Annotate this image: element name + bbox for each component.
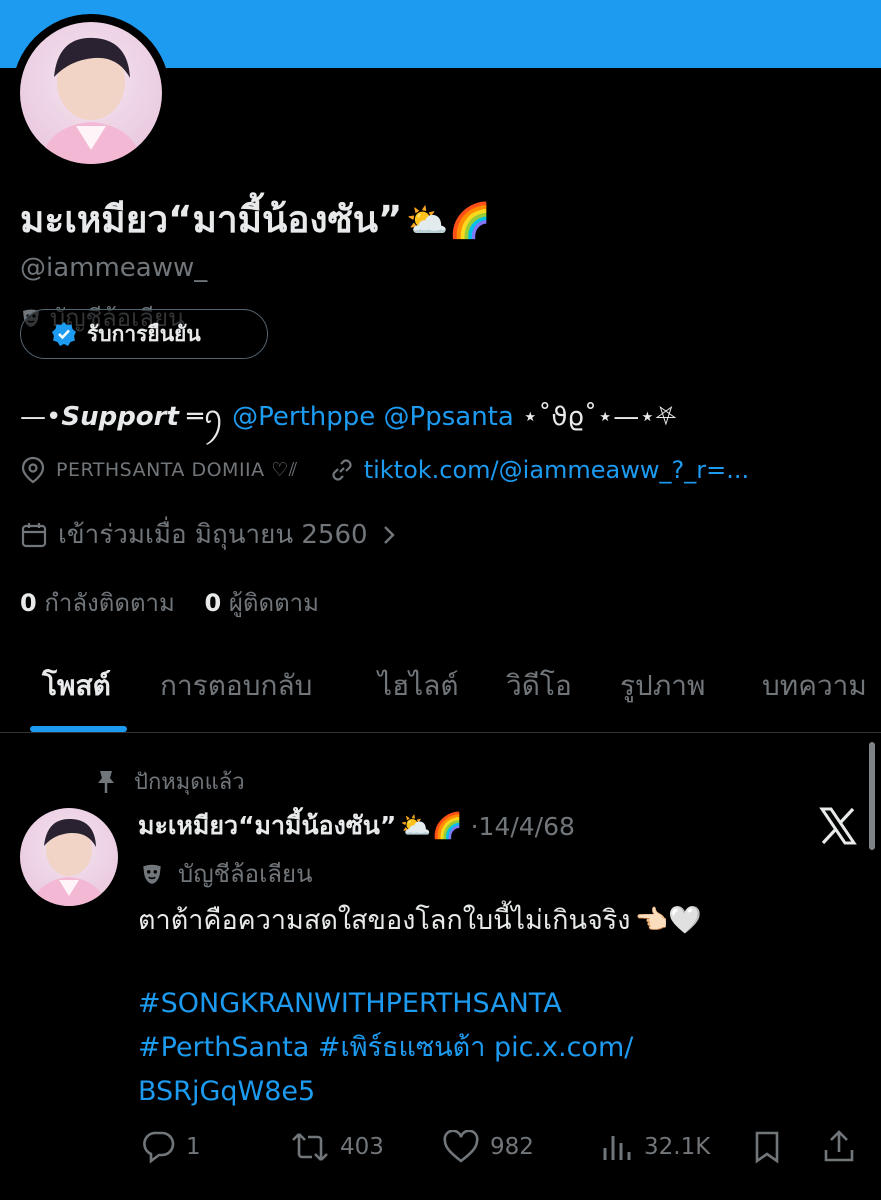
- profile-display-name: มะเหมียว“มามี้น้องซัน” ⛅🌈: [20, 198, 491, 241]
- bio-mention-perthppe[interactable]: @Perthppe: [232, 402, 375, 432]
- scrollbar[interactable]: [869, 742, 875, 850]
- tweet-date[interactable]: 14/4/68: [479, 812, 575, 841]
- pinned-indicator: ปักหมุดแล้ว: [96, 764, 245, 799]
- repost-button[interactable]: 403: [290, 1130, 384, 1164]
- following-link[interactable]: 0 กำลังติดตาม: [20, 589, 175, 617]
- pic-link[interactable]: BSRjGqW8e5: [138, 1070, 633, 1114]
- share-button[interactable]: [822, 1128, 856, 1164]
- tweet-parody-label: บัญชีล้อเลียน: [140, 854, 312, 893]
- followers-link[interactable]: 0 ผู้ติดตาม: [204, 589, 318, 617]
- views-icon: [600, 1130, 634, 1164]
- tab-media[interactable]: รูปภาพ: [620, 664, 705, 708]
- hashtag-perthsanta[interactable]: #PerthSanta #เพิร์ธแซนต้า pic.x.com/: [138, 1026, 633, 1070]
- parody-mask-icon: [140, 862, 164, 886]
- profile-joined-date[interactable]: เข้าร่วมเมื่อ มิถุนายน 2560: [20, 514, 396, 555]
- tweet-emojis: 👈🏻🤍: [634, 905, 702, 936]
- chevron-right-icon: [382, 524, 396, 546]
- location-icon: [20, 456, 46, 484]
- bio-mention-ppsanta[interactable]: @Ppsanta: [384, 402, 514, 432]
- tab-highlights[interactable]: ไฮไลต์: [378, 664, 459, 708]
- profile-avatar[interactable]: [12, 14, 170, 172]
- link-icon: [328, 456, 356, 484]
- profile-handle: @iammeaww_: [20, 253, 208, 283]
- x-logo-icon: [818, 806, 858, 846]
- tab-articles[interactable]: บทความ: [762, 664, 867, 708]
- hashtag-songkran[interactable]: #SONGKRANWITHPERTHSANTA: [138, 982, 633, 1026]
- profile-website-link[interactable]: tiktok.com/@iammeaww_?_r=...: [364, 456, 749, 484]
- profile-tabs: โพสต์ การตอบกลับ ไฮไลต์ วิดีโอ รูปภาพ บท…: [0, 640, 881, 733]
- tweet-author-avatar[interactable]: [20, 808, 118, 906]
- profile-bio: —•Support ═ꪆ @Perthppe @Ppsanta ⋆˚ϑϱ˚⋆—⋆…: [20, 402, 677, 432]
- profile-location: PERTHSANTA DOMIIA ♡⫽: [56, 459, 298, 481]
- like-button[interactable]: 982: [442, 1130, 534, 1164]
- tweet-actions: 1 403 982 32.1K: [0, 1124, 881, 1174]
- tweet-text: ตาต้าคือความสดใสของโลกใบนี้ไม่เกินจริง 👈🏻…: [138, 905, 702, 936]
- views-button[interactable]: 32.1K: [600, 1130, 710, 1164]
- calendar-icon: [20, 521, 48, 549]
- share-icon: [822, 1128, 856, 1164]
- active-tab-indicator: [30, 726, 127, 732]
- like-icon: [442, 1130, 480, 1164]
- profile-meta: PERTHSANTA DOMIIA ♡⫽ tiktok.com/@iammeaw…: [20, 456, 749, 484]
- tab-replies[interactable]: การตอบกลับ: [160, 664, 312, 708]
- bookmark-icon: [752, 1130, 782, 1164]
- bookmark-button[interactable]: [752, 1130, 782, 1164]
- tweet-hashtags: #SONGKRANWITHPERTHSANTA #PerthSanta #เพิ…: [138, 982, 633, 1114]
- tab-posts[interactable]: โพสต์: [42, 664, 111, 708]
- repost-icon: [290, 1130, 330, 1164]
- follow-stats: 0 กำลังติดตาม 0 ผู้ติดตาม: [20, 583, 319, 622]
- tab-videos[interactable]: วิดีโอ: [506, 664, 572, 708]
- name-emojis: ⛅🌈: [406, 201, 491, 241]
- get-verified-button[interactable]: รับการยืนยัน: [20, 309, 268, 359]
- reply-button[interactable]: 1: [140, 1130, 201, 1164]
- author-emojis: ⛅🌈: [400, 811, 463, 840]
- reply-icon: [140, 1130, 176, 1164]
- pin-icon: [96, 769, 116, 795]
- verified-icon: [51, 321, 77, 347]
- tweet-author-name[interactable]: มะเหมียว“มามี้น้องซัน”: [138, 806, 396, 846]
- tweet-header: มะเหมียว“มามี้น้องซัน” ⛅🌈 · 14/4/68: [138, 806, 575, 846]
